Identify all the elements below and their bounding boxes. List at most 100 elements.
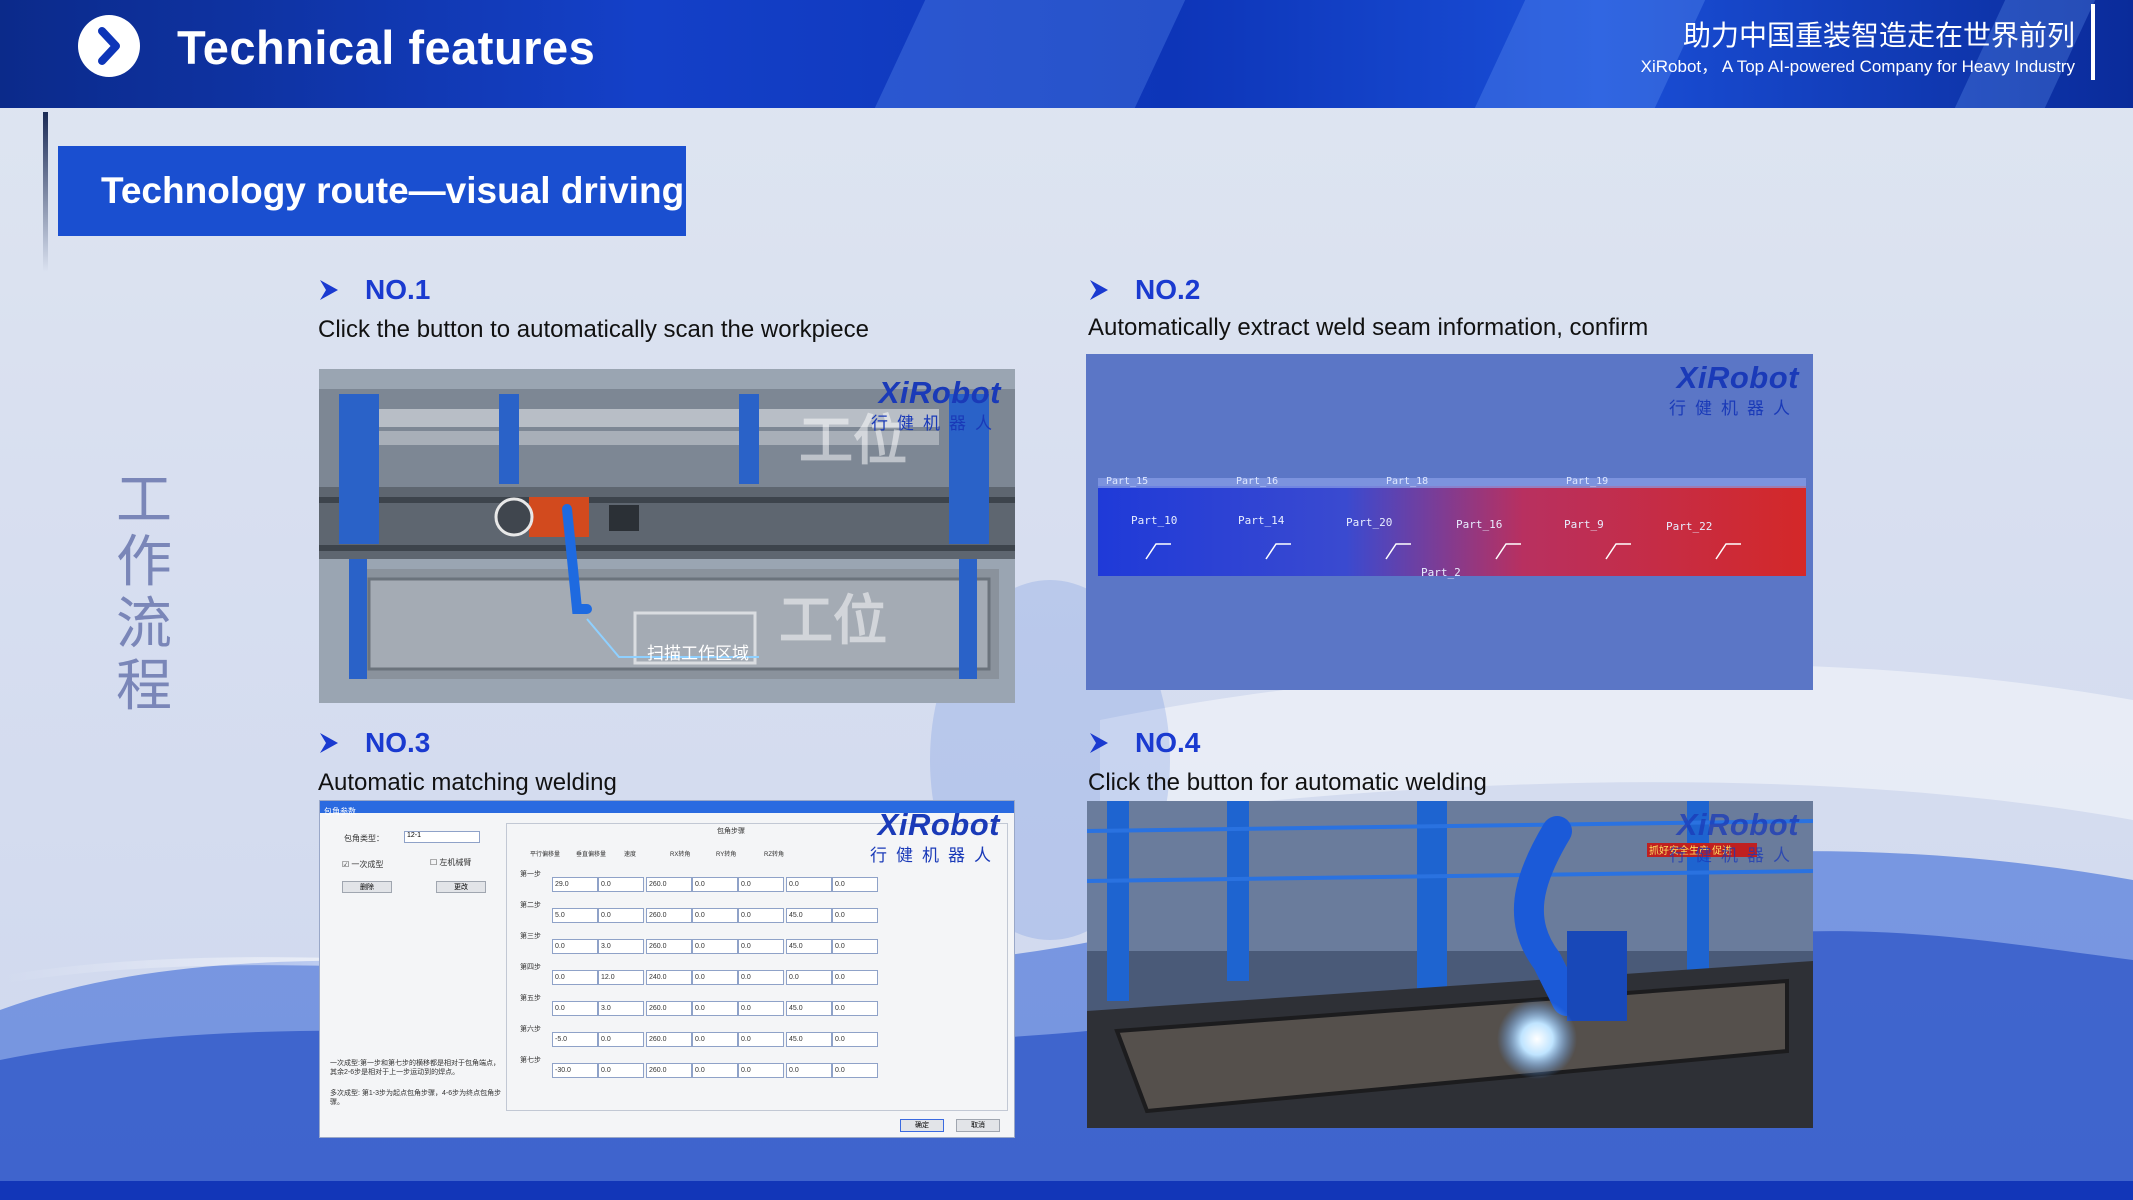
param-input[interactable]: 260.0	[646, 1032, 692, 1047]
row-label: 第七步	[520, 1057, 541, 1064]
modify-button[interactable]: 更改	[436, 881, 486, 893]
column-header: 垂直偏移量	[576, 852, 607, 858]
param-input[interactable]: 0.0	[598, 1032, 644, 1047]
param-input[interactable]: 45.0	[786, 939, 832, 954]
param-input[interactable]: 0.0	[692, 1032, 738, 1047]
type-select[interactable]: 12-1	[404, 831, 480, 843]
param-input[interactable]: 0.0	[598, 908, 644, 923]
group-label: 包角步骤	[717, 828, 745, 835]
param-input[interactable]: 0.0	[832, 970, 878, 985]
step-description: Click the button for automatic welding	[1088, 769, 1487, 796]
row-label: 第一步	[520, 871, 541, 878]
param-input[interactable]: 0.0	[832, 1063, 878, 1078]
param-input[interactable]: 0.0	[832, 1032, 878, 1047]
header-en-slogan: XiRobot， A Top AI-powered Company for He…	[1640, 57, 2075, 76]
param-input[interactable]: 0.0	[738, 939, 784, 954]
ok-button[interactable]: 确定	[900, 1119, 944, 1132]
param-input[interactable]: 0.0	[552, 1001, 598, 1016]
scan-area-label: 扫描工作区域	[647, 644, 749, 664]
cancel-button[interactable]: 取消	[956, 1119, 1000, 1132]
step-number: NO.4	[1135, 727, 1201, 758]
check-left-arm[interactable]: ☐ 左机械臂	[430, 857, 471, 868]
param-input[interactable]: -30.0	[552, 1063, 598, 1078]
param-input[interactable]: 45.0	[786, 1032, 832, 1047]
param-input[interactable]: 0.0	[598, 877, 644, 892]
param-input[interactable]: 5.0	[552, 908, 598, 923]
param-input[interactable]: 29.0	[552, 877, 598, 892]
step-number: NO.3	[365, 727, 431, 758]
param-input[interactable]: 0.0	[738, 970, 784, 985]
step-description: Automatically extract weld seam informat…	[1088, 314, 1649, 341]
param-input[interactable]: 0.0	[692, 877, 738, 892]
param-input[interactable]: 260.0	[646, 939, 692, 954]
param-input[interactable]: 0.0	[692, 939, 738, 954]
footer-bar	[0, 1181, 2133, 1200]
param-input[interactable]: 0.0	[832, 908, 878, 923]
param-input[interactable]: 0.0	[692, 908, 738, 923]
row-label: 第四步	[520, 964, 541, 971]
automatic-welding-image: 抓好安全生产 促进 XiRobot 行健机器人	[1087, 801, 1813, 1128]
param-input[interactable]: 0.0	[738, 877, 784, 892]
delete-button[interactable]: 删除	[342, 881, 392, 893]
svg-text:Part_18: Part_18	[1386, 476, 1428, 487]
param-input[interactable]: 260.0	[646, 908, 692, 923]
weld-seam-image: Part_10 Part_14 Part_20 Part_16 Part_9 P…	[1086, 354, 1813, 690]
param-input[interactable]: 260.0	[646, 1063, 692, 1078]
watermark-brand: XiRobot	[878, 375, 1001, 410]
route-title-box: Technology route—visual driving	[58, 146, 686, 236]
svg-text:Part_14: Part_14	[1238, 514, 1285, 527]
param-input[interactable]: 45.0	[786, 908, 832, 923]
param-input[interactable]: 0.0	[552, 939, 598, 954]
param-input[interactable]: -5.0	[552, 1032, 598, 1047]
param-input[interactable]: 0.0	[692, 970, 738, 985]
check-one-time[interactable]: ☑ 一次成型	[342, 859, 383, 870]
left-accent-line	[43, 112, 48, 272]
scan-workpiece-image: 扫描工作区域 工位 工位 XiRobot 行健机器人	[319, 369, 1015, 703]
column-header: 平行偏移量	[530, 852, 561, 858]
row-label: 第三步	[520, 933, 541, 940]
param-input[interactable]: 3.0	[598, 939, 644, 954]
note-one-time: 一次成型:第一步和第七步的横移都是相对于包角端点，其余2-6步是相对于上一步运动…	[330, 1060, 500, 1076]
param-input[interactable]: 0.0	[738, 1063, 784, 1078]
arrow-icon	[320, 733, 338, 753]
arrow-icon	[1090, 733, 1108, 753]
param-input[interactable]: 260.0	[646, 1001, 692, 1016]
chevron-right-icon	[78, 15, 140, 77]
param-input[interactable]: 0.0	[738, 1032, 784, 1047]
param-input[interactable]: 0.0	[692, 1001, 738, 1016]
param-input[interactable]: 0.0	[786, 877, 832, 892]
row-label: 第六步	[520, 1026, 541, 1033]
param-input[interactable]: 45.0	[786, 1001, 832, 1016]
side-label: 工作流程	[116, 468, 172, 719]
param-input[interactable]: 0.0	[832, 877, 878, 892]
param-input[interactable]: 0.0	[832, 939, 878, 954]
dialog-title: 包角参数	[324, 807, 356, 816]
svg-text:Part_16: Part_16	[1456, 518, 1502, 531]
param-input[interactable]: 0.0	[598, 1063, 644, 1078]
watermark: XiRobot 行健机器人	[871, 375, 1001, 434]
param-input[interactable]: 260.0	[646, 877, 692, 892]
header-cn-slogan: 助力中国重装智造走在世界前列	[1682, 19, 2075, 52]
svg-text:Part_19: Part_19	[1566, 476, 1608, 487]
param-input[interactable]: 0.0	[832, 1001, 878, 1016]
param-input[interactable]: 0.0	[738, 1001, 784, 1016]
step-description: Click the button to automatically scan t…	[318, 316, 869, 343]
param-input[interactable]: 0.0	[552, 970, 598, 985]
watermark-brand: XiRobot	[1676, 807, 1799, 842]
param-input[interactable]: 0.0	[786, 1063, 832, 1078]
svg-text:Part_2: Part_2	[1421, 566, 1461, 579]
param-input[interactable]: 0.0	[738, 908, 784, 923]
svg-text:Part_22: Part_22	[1666, 520, 1712, 533]
page-title: Technical features	[177, 21, 596, 74]
param-input[interactable]: 3.0	[598, 1001, 644, 1016]
step-number: NO.1	[365, 274, 431, 305]
param-input[interactable]: 0.0	[786, 970, 832, 985]
watermark-brand: XiRobot	[877, 807, 1000, 842]
param-input[interactable]: 12.0	[598, 970, 644, 985]
param-input[interactable]: 0.0	[692, 1063, 738, 1078]
step-description: Automatic matching welding	[318, 769, 617, 796]
param-input[interactable]: 240.0	[646, 970, 692, 985]
watermark: XiRobot 行健机器人	[870, 807, 1000, 866]
header-bar: Technical features 助力中国重装智造走在世界前列 XiRobo…	[0, 0, 2133, 108]
watermark: XiRobot 行健机器人	[1669, 807, 1799, 866]
